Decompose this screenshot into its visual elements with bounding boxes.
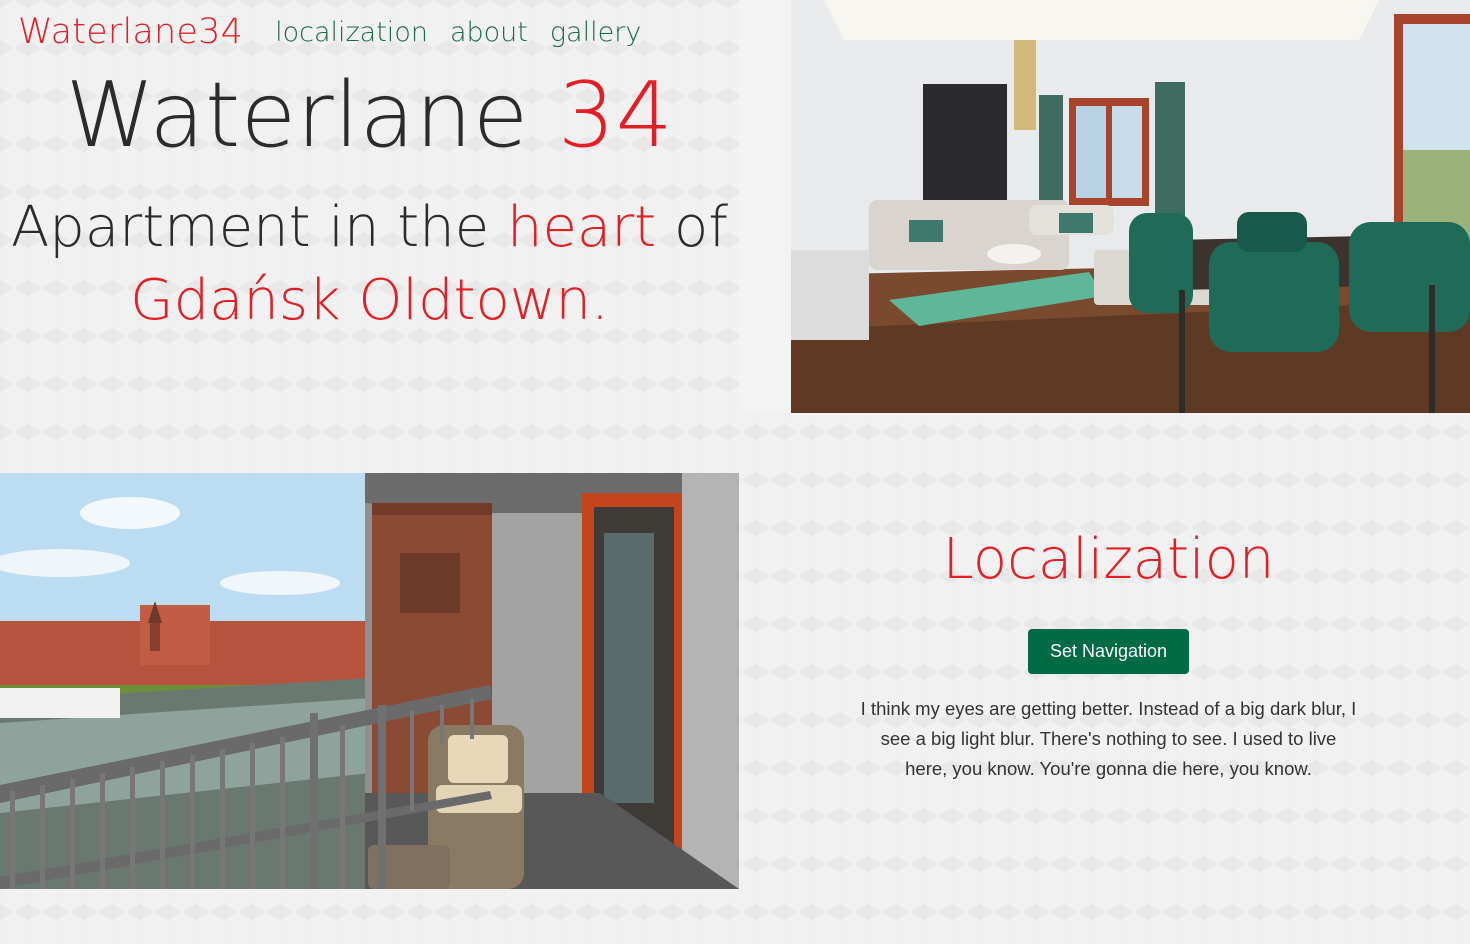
set-navigation-button[interactable]: Set Navigation <box>1028 629 1189 674</box>
hero-title: Waterlane 34 <box>0 66 739 165</box>
brand-logo[interactable]: Waterlane34 <box>18 12 243 52</box>
hero-subtitle: Apartment in the heart of Gdańsk Oldtown. <box>0 192 739 338</box>
localization-description: I think my eyes are getting better. Inst… <box>860 698 1357 779</box>
nav-link-localization[interactable]: localization <box>275 17 428 48</box>
living-room-photo <box>739 0 1470 413</box>
nav-link-gallery[interactable]: gallery <box>550 17 641 48</box>
hero-title-number: 34 <box>557 63 674 168</box>
hero-subtitle-part2: of <box>656 195 728 260</box>
localization-heading: Localization <box>942 527 1275 592</box>
top-nav: Waterlane34 localization about gallery <box>18 8 641 56</box>
hero-subtitle-part1: Apartment in the <box>11 195 507 260</box>
hero-subtitle-highlight: heart <box>506 195 657 260</box>
balcony-river-view-photo <box>0 473 739 889</box>
nav-link-about[interactable]: about <box>450 17 528 48</box>
hero-subtitle-place: Gdańsk Oldtown. <box>130 267 609 333</box>
hero-title-main: Waterlane <box>65 63 558 168</box>
